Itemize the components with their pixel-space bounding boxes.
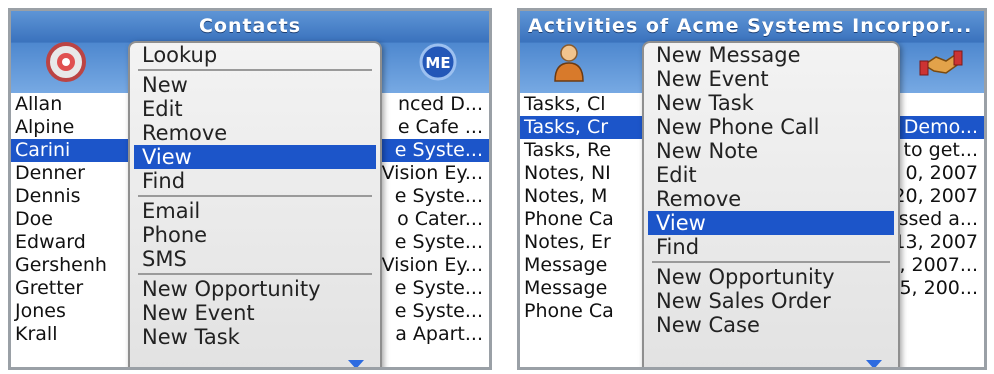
activities-context-menu: New Message New Event New Task New Phone Ca…: [642, 41, 900, 367]
menu-separator: [652, 261, 890, 263]
menu-separator: [138, 195, 372, 197]
menu-item-remove[interactable]: Remove: [644, 187, 898, 211]
menu-separator: [138, 273, 372, 275]
menu-item-new-event[interactable]: New Event: [130, 301, 380, 325]
menu-item-new-phone-call[interactable]: New Phone Call: [644, 115, 898, 139]
me-icon[interactable]: ME: [415, 39, 461, 85]
menu-item-new-message[interactable]: New Message: [644, 43, 898, 67]
list-item-name: Tasks, Cl: [524, 93, 606, 115]
contacts-screen: Contacts ME Allan nced D... Alpine e Cafe .…: [8, 8, 492, 370]
menu-item-new-opportunity[interactable]: New Opportunity: [644, 265, 898, 289]
menu-item-new[interactable]: New: [130, 73, 380, 97]
menu-item-sms[interactable]: SMS: [130, 247, 380, 271]
menu-item-lookup[interactable]: Lookup: [130, 43, 380, 67]
menu-item-edit[interactable]: Edit: [644, 163, 898, 187]
menu-item-view[interactable]: View: [134, 145, 376, 169]
menu-item-new-task[interactable]: New Task: [130, 325, 380, 349]
scroll-down-arrow-icon[interactable]: [348, 360, 364, 367]
list-item-name: Phone Ca: [524, 300, 614, 322]
menu-item-remove[interactable]: Remove: [130, 121, 380, 145]
menu-item-new-note[interactable]: New Note: [644, 139, 898, 163]
menu-item-new-opportunity[interactable]: New Opportunity: [130, 277, 380, 301]
person-icon[interactable]: [546, 39, 592, 85]
menu-item-new-case[interactable]: New Case: [644, 313, 898, 337]
activities-screen: Activities of Acme Systems Incorpor... T…: [517, 8, 987, 370]
menu-item-edit[interactable]: Edit: [130, 97, 380, 121]
menu-item-new-event[interactable]: New Event: [644, 67, 898, 91]
menu-item-email[interactable]: Email: [130, 199, 380, 223]
menu-item-new-sales-order[interactable]: New Sales Order: [644, 289, 898, 313]
handshake-icon[interactable]: [918, 39, 964, 85]
me-icon-label: ME: [425, 54, 450, 72]
menu-item-new-task[interactable]: New Task: [644, 91, 898, 115]
address-book-icon[interactable]: [43, 39, 89, 85]
menu-item-find[interactable]: Find: [130, 169, 380, 193]
contacts-title: Contacts: [198, 15, 302, 37]
menu-separator: [138, 69, 372, 71]
menu-item-find[interactable]: Find: [644, 235, 898, 259]
menu-item-phone[interactable]: Phone: [130, 223, 380, 247]
contacts-context-menu: Lookup New Edit Remove View Find Email Phone SMS…: [128, 41, 382, 367]
activities-title: Activities of Acme Systems Incorpor...: [528, 15, 973, 37]
scroll-down-arrow-icon[interactable]: [866, 360, 882, 367]
menu-item-view[interactable]: View: [648, 211, 894, 235]
